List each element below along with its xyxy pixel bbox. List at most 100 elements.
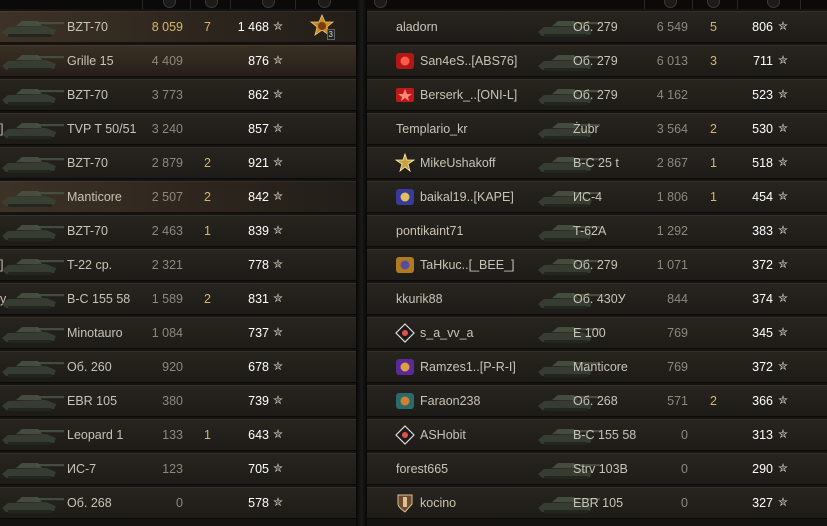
table-row[interactable]: BZT-70 2 463 1 839 ✮ — [0, 215, 356, 247]
table-row[interactable]: Templario_kr Żubr 3 564 2 530 ✮ — [367, 113, 827, 145]
vehicle-name: EBR 105 — [67, 394, 118, 408]
damage-column-icon[interactable] — [163, 0, 176, 8]
score-value: 578 — [248, 496, 269, 510]
table-row[interactable]: Berserk_..[ONI-L] Об. 279 4 162 523 ✮ — [367, 79, 827, 111]
table-row[interactable]: Leopard 1 133 1 643 ✮ — [0, 419, 356, 451]
vehicle-name: Manticore — [67, 190, 122, 204]
star-icon: ✮ — [273, 325, 284, 339]
star-icon: ✮ — [778, 359, 789, 373]
score-value: 678 — [248, 360, 269, 374]
table-row[interactable]: Faraon238 Об. 268 571 2 366 ✮ — [367, 385, 827, 417]
achievements-column-icon[interactable] — [318, 0, 331, 8]
damage-value: 0 — [681, 496, 688, 510]
table-row[interactable]: Об. 268 0 578 ✮ — [0, 487, 356, 519]
damage-value: 0 — [681, 428, 688, 442]
table-row[interactable]: EBR 105 380 739 ✮ — [0, 385, 356, 417]
player-name: San4eS..[ABS76] — [420, 54, 518, 68]
table-row[interactable]: kkurik88 Об. 430У 844 374 ✮ — [367, 283, 827, 315]
vehicle-silhouette-icon — [2, 21, 64, 37]
damage-value: 4 162 — [656, 88, 688, 102]
vehicle-name: BZT-70 — [67, 88, 108, 102]
player-column-icon[interactable] — [374, 0, 387, 8]
table-row[interactable]: ] TVP T 50/51 3 240 857 ✮ — [0, 113, 356, 145]
score-value: 518 — [752, 156, 773, 170]
table-row[interactable]: aladorn Об. 279 6 549 5 806 ✮ — [367, 11, 827, 43]
clan-badge-teal-icon — [395, 391, 415, 411]
player-name: MikeUshakoff — [420, 156, 496, 170]
frags-column-icon[interactable] — [707, 0, 720, 8]
score-value: 705 — [248, 462, 269, 476]
vehicle-silhouette-icon — [2, 327, 64, 343]
vehicle-silhouette-icon — [2, 191, 64, 207]
table-row[interactable]: baikal19..[KAPE] ИС-4 1 806 1 454 ✮ — [367, 181, 827, 213]
frags-value: 2 — [710, 122, 717, 136]
table-row[interactable]: Grille 15 4 409 876 ✮ — [0, 45, 356, 77]
score-value: 831 — [248, 292, 269, 306]
vehicle-silhouette-icon — [2, 463, 64, 479]
table-row[interactable]: ASHobit B-C 155 58 0 313 ✮ — [367, 419, 827, 451]
table-row[interactable]: y B-C 155 58 1 589 2 831 ✮ — [0, 283, 356, 315]
frags-value: 2 — [710, 394, 717, 408]
damage-value: 3 564 — [656, 122, 688, 136]
table-row[interactable]: TaHkuc..[_BEE_] Об. 279 1 071 372 ✮ — [367, 249, 827, 281]
score-value: 372 — [752, 258, 773, 272]
damage-value: 2 463 — [151, 224, 183, 238]
table-row[interactable]: BZT-70 2 879 2 921 ✮ — [0, 147, 356, 179]
table-row[interactable]: Ramzes1..[P-R-I] Manticore 769 372 ✮ — [367, 351, 827, 383]
table-row[interactable]: ИС-7 123 705 ✮ — [0, 453, 356, 485]
vehicle-silhouette-icon — [2, 259, 64, 275]
clan-badge-diamond-icon — [395, 425, 415, 445]
table-row[interactable]: s_a_vv_a E 100 769 345 ✮ — [367, 317, 827, 349]
table-row[interactable]: ] T-22 ср. 2 321 778 ✮ — [0, 249, 356, 281]
top-gun-medal-icon[interactable]: 3 — [309, 13, 335, 40]
table-row[interactable]: pontikaint71 T-62A 1 292 383 ✮ — [367, 215, 827, 247]
player-name: s_a_vv_a — [420, 326, 474, 340]
medal-count-label: 3 — [326, 29, 335, 40]
damage-value: 844 — [667, 292, 688, 306]
left-header-bar — [0, 0, 356, 9]
frags-value: 1 — [204, 428, 211, 442]
vehicle-name: T-62A — [573, 224, 607, 238]
table-row[interactable]: Manticore 2 507 2 842 ✮ — [0, 181, 356, 213]
damage-value: 1 084 — [151, 326, 183, 340]
score-column-icon[interactable] — [767, 0, 780, 8]
score-value: 374 — [752, 292, 773, 306]
damage-column-icon[interactable] — [664, 0, 677, 8]
star-icon: ✮ — [778, 291, 789, 305]
table-row[interactable]: Об. 260 920 678 ✮ — [0, 351, 356, 383]
frags-column-icon[interactable] — [205, 0, 218, 8]
clan-badge-purple-icon — [395, 357, 415, 377]
star-icon: ✮ — [778, 53, 789, 67]
vehicle-name: B-C 155 58 — [573, 428, 637, 442]
player-name: pontikaint71 — [396, 224, 464, 238]
table-row[interactable]: Minotauro 1 084 737 ✮ — [0, 317, 356, 349]
team-divider — [356, 0, 367, 526]
damage-value: 6 549 — [656, 20, 688, 34]
right-header-bar — [367, 0, 827, 9]
vehicle-silhouette-icon — [2, 123, 64, 139]
score-column-icon[interactable] — [262, 0, 275, 8]
frags-value: 1 — [204, 224, 211, 238]
vehicle-name: Об. 279 — [573, 20, 618, 34]
table-row[interactable]: kocino EBR 105 0 327 ✮ — [367, 487, 827, 519]
damage-value: 380 — [162, 394, 183, 408]
table-row[interactable]: San4eS..[ABS76] Об. 279 6 013 3 711 ✮ — [367, 45, 827, 77]
clan-badge-emblem-icon — [395, 187, 415, 207]
score-value: 778 — [248, 258, 269, 272]
player-name: ASHobit — [420, 428, 466, 442]
table-row[interactable]: BZT-70 3 773 862 ✮ — [0, 79, 356, 111]
score-value: 366 — [752, 394, 773, 408]
vehicle-name: Об. 260 — [67, 360, 112, 374]
vehicle-name: T-22 ср. — [67, 258, 113, 272]
table-row[interactable]: MikeUshakoff B-C 25 t 2 867 1 518 ✮ — [367, 147, 827, 179]
damage-value: 1 806 — [656, 190, 688, 204]
player-name: baikal19..[KAPE] — [420, 190, 514, 204]
damage-value: 8 059 — [151, 20, 183, 34]
star-icon: ✮ — [273, 257, 284, 271]
score-value: 921 — [248, 156, 269, 170]
table-row[interactable]: BZT-70 8 059 7 1 468 ✮ 3 — [0, 11, 356, 43]
star-icon: ✮ — [778, 121, 789, 135]
vehicle-silhouette-icon — [2, 157, 64, 173]
vehicle-name: Manticore — [573, 360, 628, 374]
table-row[interactable]: forest665 Strv 103B 0 290 ✮ — [367, 453, 827, 485]
